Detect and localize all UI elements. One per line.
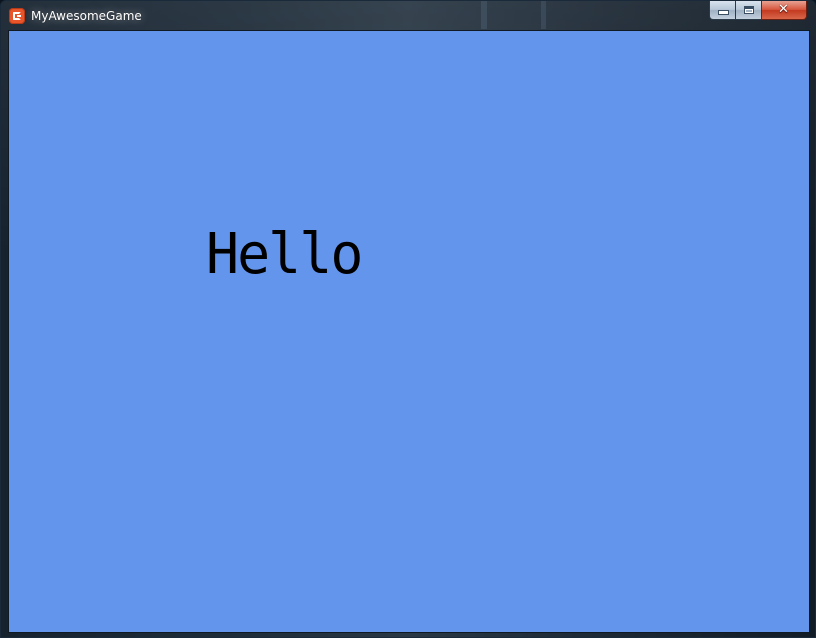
caption-buttons: ✕ [709,1,807,21]
close-button[interactable]: ✕ [762,1,807,20]
window-title: MyAwesomeGame [31,9,142,23]
minimize-icon [719,11,728,14]
hello-text: Hello [206,222,363,287]
maximize-button[interactable] [736,1,762,20]
game-window: MyAwesomeGame ✕ Hello [0,0,816,638]
game-canvas[interactable]: Hello [8,30,810,633]
close-icon: ✕ [778,2,789,17]
window-titlebar[interactable]: MyAwesomeGame ✕ [1,1,815,30]
monogame-logo-icon[interactable] [9,8,25,24]
minimize-button[interactable] [709,1,736,20]
maximize-icon [744,6,754,14]
